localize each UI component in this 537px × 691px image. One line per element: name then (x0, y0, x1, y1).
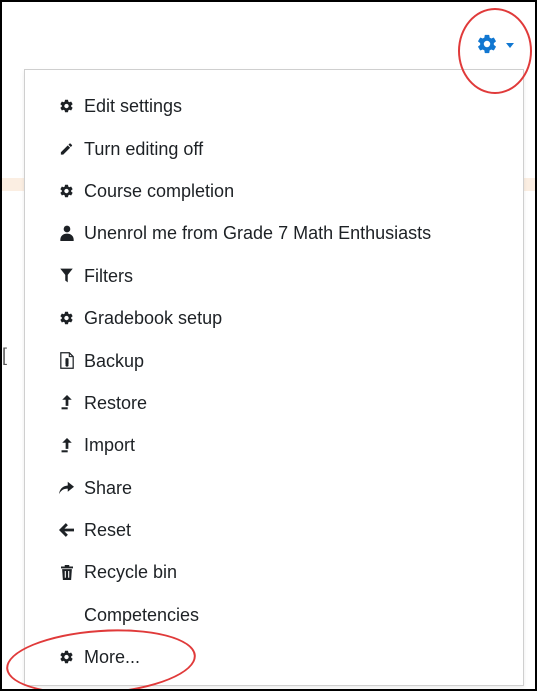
menu-item-label: Recycle bin (84, 562, 178, 583)
upload-icon (59, 394, 74, 412)
menu-item-label: Gradebook setup (84, 308, 223, 329)
menu-item-course-completion[interactable]: Course completion (25, 170, 523, 212)
filter-icon (59, 267, 74, 285)
user-icon (59, 224, 74, 242)
menu-item-label: Course completion (84, 180, 235, 201)
cog-icon (59, 182, 74, 200)
cog-icon (59, 97, 74, 115)
menu-item-competencies[interactable]: Competencies (25, 594, 523, 636)
menu-item-backup[interactable]: Backup (25, 339, 523, 381)
menu-item-label: Edit settings (84, 96, 183, 117)
pencil-icon (59, 140, 74, 158)
actions-menu-trigger[interactable] (476, 33, 514, 55)
menu-item-filters[interactable]: Filters (25, 255, 523, 297)
upload-icon (59, 436, 74, 454)
backup-file-icon (59, 352, 74, 370)
menu-item-gradebook-setup[interactable]: Gradebook setup (25, 297, 523, 339)
cog-icon (59, 309, 74, 327)
menu-item-label: Import (84, 435, 136, 456)
menu-item-reset[interactable]: Reset (25, 509, 523, 551)
menu-item-recycle-bin[interactable]: Recycle bin (25, 551, 523, 593)
menu-item-turn-editing-off[interactable]: Turn editing off (25, 127, 523, 169)
menu-item-label: Share (84, 477, 133, 498)
menu-item-edit-settings[interactable]: Edit settings (25, 85, 523, 127)
menu-item-label: Reset (84, 520, 132, 541)
menu-item-import[interactable]: Import (25, 424, 523, 466)
menu-item-label: Turn editing off (84, 138, 204, 159)
menu-item-label: Unenrol me from Grade 7 Math Enthusiasts (84, 223, 432, 244)
menu-item-label: More... (84, 647, 141, 668)
cog-icon (59, 648, 74, 666)
menu-item-label: Restore (84, 392, 148, 413)
menu-item-label: Filters (84, 265, 133, 286)
menu-item-more[interactable]: More... (25, 636, 523, 678)
menu-item-unenrol[interactable]: Unenrol me from Grade 7 Math Enthusiasts (25, 212, 523, 254)
actions-dropdown-menu: Edit settings Turn editing off Course co… (24, 69, 524, 686)
actions-menu-list: Edit settings Turn editing off Course co… (25, 85, 523, 678)
blank-icon (59, 606, 74, 624)
menu-item-restore[interactable]: Restore (25, 382, 523, 424)
trash-icon (59, 563, 74, 581)
screenshot-frame: [ Edit settings Turn editing off Course … (0, 0, 537, 691)
menu-item-label: Backup (84, 350, 145, 371)
share-icon (59, 479, 74, 497)
menu-item-share[interactable]: Share (25, 467, 523, 509)
caret-down-icon (506, 42, 514, 48)
menu-item-label: Competencies (84, 604, 200, 625)
background-partial-text: [ (2, 345, 8, 365)
arrow-left-icon (59, 521, 74, 539)
gear-icon (476, 33, 498, 55)
